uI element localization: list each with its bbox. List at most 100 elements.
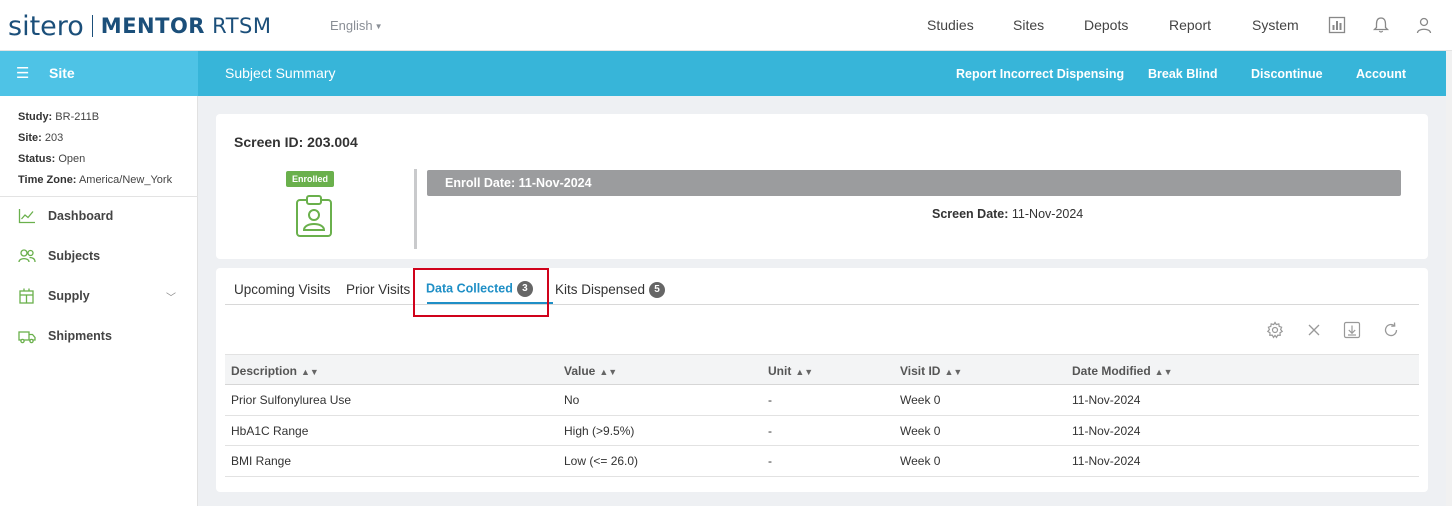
cell-visit-id: Week 0 <box>900 423 941 438</box>
refresh-icon[interactable] <box>1382 321 1400 339</box>
cell-unit: - <box>768 423 772 438</box>
language-dropdown[interactable]: English ▼ <box>330 18 383 33</box>
truck-icon <box>18 331 36 344</box>
report-chart-icon[interactable] <box>1328 16 1346 34</box>
cell-description: BMI Range <box>231 454 292 468</box>
chevron-down-icon[interactable]: ﹀ <box>166 289 176 304</box>
product-name: MENTOR RTSM <box>101 14 272 38</box>
column-label: Date Modified <box>1072 364 1151 378</box>
box-icon <box>19 288 34 304</box>
sitero-logo[interactable]: sitero MENTOR RTSM <box>8 11 272 42</box>
study-info: Study: BR-211B <box>18 107 197 128</box>
tab-bar: Upcoming Visits Prior Visits Data Collec… <box>225 268 1419 305</box>
status-value: Open <box>58 153 86 165</box>
column-label: Unit <box>768 364 792 378</box>
table-row[interactable]: HbA1C Range High (>9.5%) - Week 0 11-Nov… <box>225 416 1419 446</box>
nav-depots[interactable]: Depots <box>1084 17 1128 33</box>
vertical-divider <box>414 169 417 249</box>
site-info: Study: BR-211B Site: 203 Status: Open Ti… <box>0 96 197 191</box>
sidebar-item-dashboard[interactable]: Dashboard <box>0 201 198 231</box>
site-value: 203 <box>44 132 64 144</box>
nav-sites[interactable]: Sites <box>1013 17 1044 33</box>
sidebar-item-shipments[interactable]: Shipments <box>0 321 198 351</box>
cell-date-modified: 11-Nov-2024 <box>1072 393 1141 407</box>
cell-unit: - <box>768 454 772 468</box>
cell-date-modified: 11-Nov-2024 <box>1072 454 1141 468</box>
cell-date-modified: 11-Nov-2024 <box>1072 423 1141 438</box>
cell-description: Prior Sulfonylurea Use <box>231 393 352 407</box>
sort-icon: ▲▼ <box>944 367 963 377</box>
tab-kits-dispensed[interactable]: Kits Dispensed 5 <box>555 282 666 299</box>
table-row[interactable]: BMI Range Low (<= 26.0) - Week 0 11-Nov-… <box>225 446 1419 477</box>
cell-description: HbA1C Range <box>231 423 309 438</box>
product-name-light: RTSM <box>204 14 272 38</box>
site-info-row: Site: 203 <box>18 128 197 149</box>
cell-unit: - <box>768 393 772 407</box>
cell-value: No <box>564 393 580 407</box>
screen-date-label: Screen Date: <box>932 207 1009 221</box>
sidebar-item-label: Dashboard <box>48 209 114 223</box>
sort-icon: ▲▼ <box>301 367 319 377</box>
download-icon[interactable] <box>1343 321 1361 339</box>
count-badge: 5 <box>649 282 666 299</box>
study-value: BR-211B <box>55 111 100 123</box>
gear-icon[interactable] <box>1266 321 1284 339</box>
column-header-date-modified[interactable]: Date Modified ▲▼ <box>1072 364 1173 378</box>
timezone-value: America/New_York <box>78 174 173 186</box>
nav-system[interactable]: System <box>1252 17 1299 33</box>
top-header: sitero MENTOR RTSM English ▼ Studies Site… <box>0 0 1452 51</box>
study-label: Study: <box>18 111 53 123</box>
tab-upcoming-visits[interactable]: Upcoming Visits <box>234 282 331 297</box>
discontinue-link[interactable]: Discontinue <box>1251 67 1323 81</box>
status-label: Status: <box>18 153 56 165</box>
column-header-unit[interactable]: Unit ▲▼ <box>768 364 813 378</box>
chart-icon <box>18 209 35 224</box>
sidebar-item-supply[interactable]: Supply ﹀ <box>0 281 198 311</box>
break-blind-link[interactable]: Break Blind <box>1148 67 1217 81</box>
users-icon <box>18 249 36 263</box>
sidebar-item-label: Subjects <box>48 249 101 263</box>
subject-summary-card: Screen ID: 203.004 Enrolled Enroll Date:… <box>216 114 1428 259</box>
sort-icon: ▲▼ <box>1154 367 1173 377</box>
status-info: Status: Open <box>18 149 197 170</box>
nav-report[interactable]: Report <box>1169 17 1211 33</box>
tab-prior-visits[interactable]: Prior Visits <box>346 282 410 297</box>
subject-details-card: Upcoming Visits Prior Visits Data Collec… <box>216 268 1428 492</box>
screen-id-heading: Screen ID: 203.004 <box>234 134 358 150</box>
site-label: Site: <box>18 132 42 144</box>
logo-separator <box>91 15 93 37</box>
enroll-date: Enroll Date: 11-Nov-2024 <box>445 176 592 190</box>
language-label: English <box>330 18 373 33</box>
close-icon[interactable] <box>1305 321 1323 339</box>
user-profile-icon[interactable] <box>1415 16 1433 34</box>
column-label: Description <box>231 364 298 378</box>
cell-visit-id: Week 0 <box>900 454 941 468</box>
column-label: Visit ID <box>900 364 941 378</box>
column-header-description[interactable]: Description ▲▼ <box>231 364 319 378</box>
sidebar: Study: BR-211B Site: 203 Status: Open Ti… <box>0 96 198 506</box>
bell-icon[interactable] <box>1372 16 1390 34</box>
tab-label: Kits Dispensed <box>555 282 646 297</box>
caret-down-icon: ▼ <box>374 22 383 32</box>
table-row[interactable]: Prior Sulfonylurea Use No - Week 0 11-No… <box>225 385 1419 416</box>
sort-icon: ▲▼ <box>795 367 814 377</box>
sidebar-title: Site <box>49 65 75 81</box>
account-link[interactable]: Account <box>1356 67 1406 81</box>
window-scrollbar[interactable] <box>1446 51 1452 506</box>
cell-value: Low (<= 26.0) <box>564 454 639 468</box>
hamburger-menu-icon[interactable]: ☰ <box>16 64 29 82</box>
sort-icon: ▲▼ <box>599 367 618 377</box>
sidebar-item-label: Supply <box>48 289 90 303</box>
page-title: Subject Summary <box>225 65 336 81</box>
sidebar-item-subjects[interactable]: Subjects <box>0 241 198 271</box>
sidebar-divider <box>0 196 198 197</box>
data-collected-table: Description ▲▼ Value ▲▼ Unit ▲▼ Visit ID ▲▼ … <box>225 354 1419 477</box>
clipboard-user-icon <box>296 195 332 237</box>
column-header-visit-id[interactable]: Visit ID ▲▼ <box>900 364 962 378</box>
report-incorrect-dispensing-link[interactable]: Report Incorrect Dispensing <box>956 67 1124 81</box>
enroll-date-bar: Enroll Date: 11-Nov-2024 <box>427 170 1401 196</box>
nav-studies[interactable]: Studies <box>927 17 974 33</box>
column-header-value[interactable]: Value ▲▼ <box>564 364 617 378</box>
table-header: Description ▲▼ Value ▲▼ Unit ▲▼ Visit ID ▲▼ … <box>225 354 1419 385</box>
status-badge: Enrolled <box>286 171 335 187</box>
